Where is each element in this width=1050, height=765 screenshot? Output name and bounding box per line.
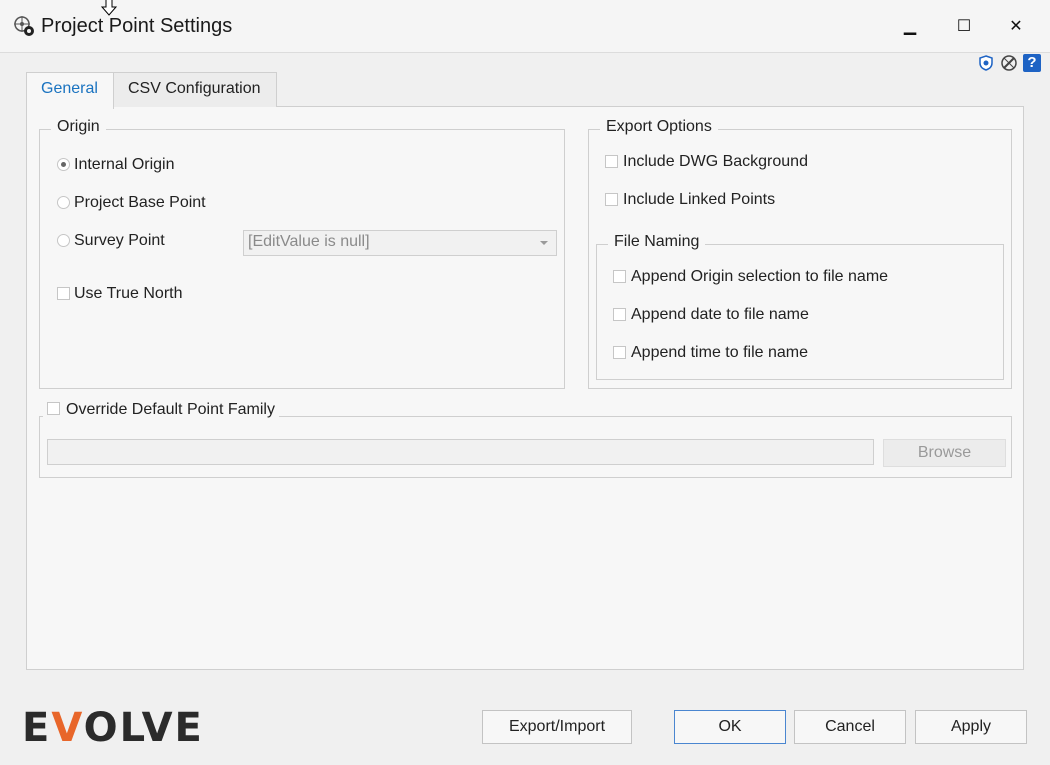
internal-origin-radio[interactable] xyxy=(57,158,70,171)
tab-general[interactable]: General xyxy=(26,72,114,109)
file-naming-legend: File Naming xyxy=(608,233,706,251)
ok-button[interactable]: OK xyxy=(674,710,786,744)
override-point-family-legend: Override Default Point Family xyxy=(43,401,279,419)
override-point-family-checkbox[interactable] xyxy=(47,402,60,415)
minimize-button[interactable]: ▁ xyxy=(892,13,928,41)
cancel-button[interactable]: Cancel xyxy=(794,710,906,744)
app-settings-icon xyxy=(14,16,34,36)
apply-button[interactable]: Apply xyxy=(915,710,1027,744)
origin-legend: Origin xyxy=(51,118,106,136)
survey-point-dropdown-value: [EditValue is null] xyxy=(248,233,370,250)
project-base-point-label[interactable]: Project Base Point xyxy=(74,194,206,212)
mouse-cursor-icon xyxy=(100,0,118,16)
append-origin-label[interactable]: Append Origin selection to file name xyxy=(631,268,888,286)
include-dwg-background-checkbox[interactable] xyxy=(605,155,618,168)
include-linked-points-label[interactable]: Include Linked Points xyxy=(623,191,775,209)
help-icon[interactable]: ? xyxy=(1023,54,1041,72)
export-import-button[interactable]: Export/Import xyxy=(482,710,632,744)
append-date-checkbox[interactable] xyxy=(613,308,626,321)
internal-origin-label[interactable]: Internal Origin xyxy=(74,156,175,174)
browse-button[interactable]: Browse xyxy=(883,439,1006,467)
chevron-down-icon xyxy=(540,241,548,245)
include-linked-points-checkbox[interactable] xyxy=(605,193,618,206)
close-button[interactable]: ✕ xyxy=(998,13,1034,41)
append-origin-checkbox[interactable] xyxy=(613,270,626,283)
survey-point-radio[interactable] xyxy=(57,234,70,247)
survey-point-dropdown[interactable]: [EditValue is null] xyxy=(243,230,557,256)
window-title: Project Point Settings xyxy=(41,15,233,37)
logo-text-v: V xyxy=(51,705,84,751)
project-base-point-radio[interactable] xyxy=(57,196,70,209)
append-date-label[interactable]: Append date to file name xyxy=(631,306,809,324)
logo-text-e: E xyxy=(22,705,52,751)
override-point-family-label[interactable]: Override Default Point Family xyxy=(66,401,275,418)
shield-icon[interactable] xyxy=(978,55,994,71)
maximize-button[interactable]: ☐ xyxy=(946,13,982,41)
point-family-path-input[interactable] xyxy=(47,439,874,465)
use-true-north-label[interactable]: Use True North xyxy=(74,285,182,303)
use-true-north-checkbox[interactable] xyxy=(57,287,70,300)
survey-point-label[interactable]: Survey Point xyxy=(74,232,165,250)
export-options-legend: Export Options xyxy=(600,118,718,136)
include-dwg-background-label[interactable]: Include DWG Background xyxy=(623,153,808,171)
tab-csv-configuration[interactable]: CSV Configuration xyxy=(113,72,277,107)
append-time-checkbox[interactable] xyxy=(613,346,626,359)
append-time-label[interactable]: Append time to file name xyxy=(631,344,808,362)
evolve-logo: EVOLVE xyxy=(22,705,204,751)
tools-icon[interactable] xyxy=(1000,54,1018,72)
logo-text-olve: OLVE xyxy=(83,705,204,751)
